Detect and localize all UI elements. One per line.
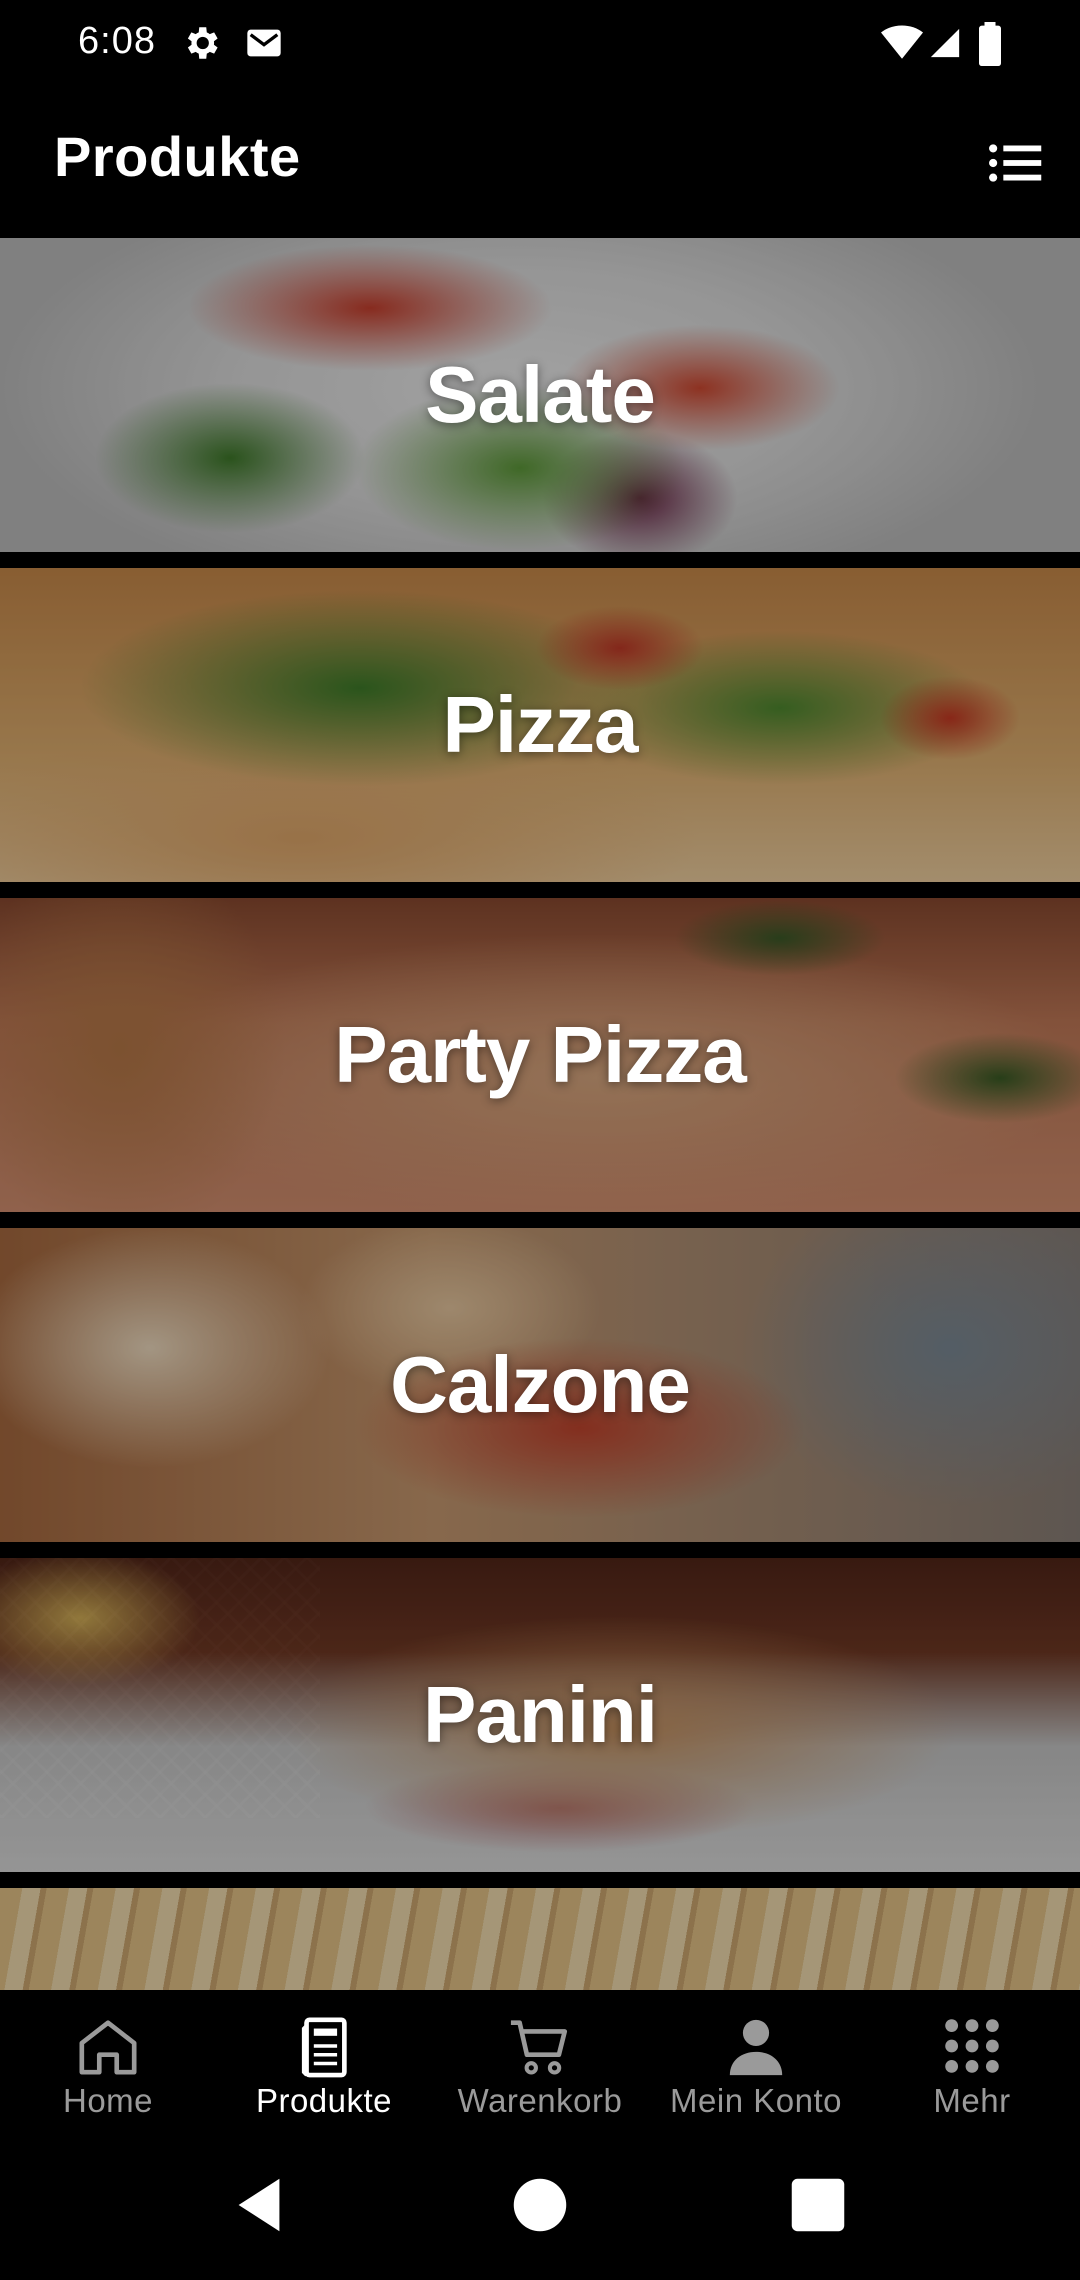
nav-label-mein-konto: Mein Konto xyxy=(670,2082,842,2119)
menu-card-icon xyxy=(301,2017,347,2078)
recents-icon[interactable] xyxy=(783,2170,853,2240)
battery-icon xyxy=(979,22,1001,66)
bottom-nav: Home Produkte Warenkorb Mein Konto Mehr xyxy=(0,1990,1080,2130)
category-label: Calzone xyxy=(390,1340,691,1429)
signal-icon xyxy=(930,28,960,58)
nav-mehr[interactable]: Mehr xyxy=(864,1990,1080,2130)
home-circle-icon[interactable] xyxy=(505,2170,575,2240)
back-icon[interactable] xyxy=(224,2170,294,2240)
category-tile-calzone[interactable]: Calzone xyxy=(0,1228,1080,1542)
status-bar: 6:08 xyxy=(0,0,1080,88)
category-label: Salate xyxy=(425,350,656,439)
app-bar: Produkte xyxy=(0,88,1080,238)
nav-produkte[interactable]: Produkte xyxy=(216,1990,432,2130)
nav-home[interactable]: Home xyxy=(0,1990,216,2130)
category-tile-party-pizza[interactable]: Party Pizza xyxy=(0,898,1080,1212)
list-icon[interactable] xyxy=(980,128,1050,198)
category-label: Pizza xyxy=(442,680,638,769)
category-tile-panini[interactable]: Panini xyxy=(0,1558,1080,1872)
category-tile-pizza[interactable]: Pizza xyxy=(0,568,1080,882)
home-icon xyxy=(79,2020,137,2075)
grid-icon xyxy=(945,2019,999,2073)
mail-icon xyxy=(247,29,281,57)
gear-icon xyxy=(187,27,218,59)
nav-label-mehr: Mehr xyxy=(933,2082,1011,2119)
category-list[interactable]: Salate Pizza Party Pizza Calzone Panini xyxy=(0,238,1080,1990)
nav-label-home: Home xyxy=(62,2082,154,2119)
category-tile-pasta[interactable] xyxy=(0,1888,1080,1990)
wifi-icon xyxy=(881,25,923,59)
nav-label-produkte: Produkte xyxy=(255,2082,393,2119)
nav-mein-konto[interactable]: Mein Konto xyxy=(648,1990,864,2130)
category-label: Panini xyxy=(422,1670,658,1759)
page-title: Produkte xyxy=(54,125,301,188)
category-tile-salate[interactable]: Salate xyxy=(0,238,1080,552)
category-label: Party Pizza xyxy=(334,1010,746,1099)
nav-warenkorb[interactable]: Warenkorb xyxy=(432,1990,648,2130)
account-icon xyxy=(729,2019,783,2076)
nav-label-warenkorb: Warenkorb xyxy=(457,2082,623,2119)
system-nav-bar xyxy=(0,2130,1080,2280)
cart-icon xyxy=(510,2020,568,2075)
status-time: 6:08 xyxy=(78,20,156,62)
